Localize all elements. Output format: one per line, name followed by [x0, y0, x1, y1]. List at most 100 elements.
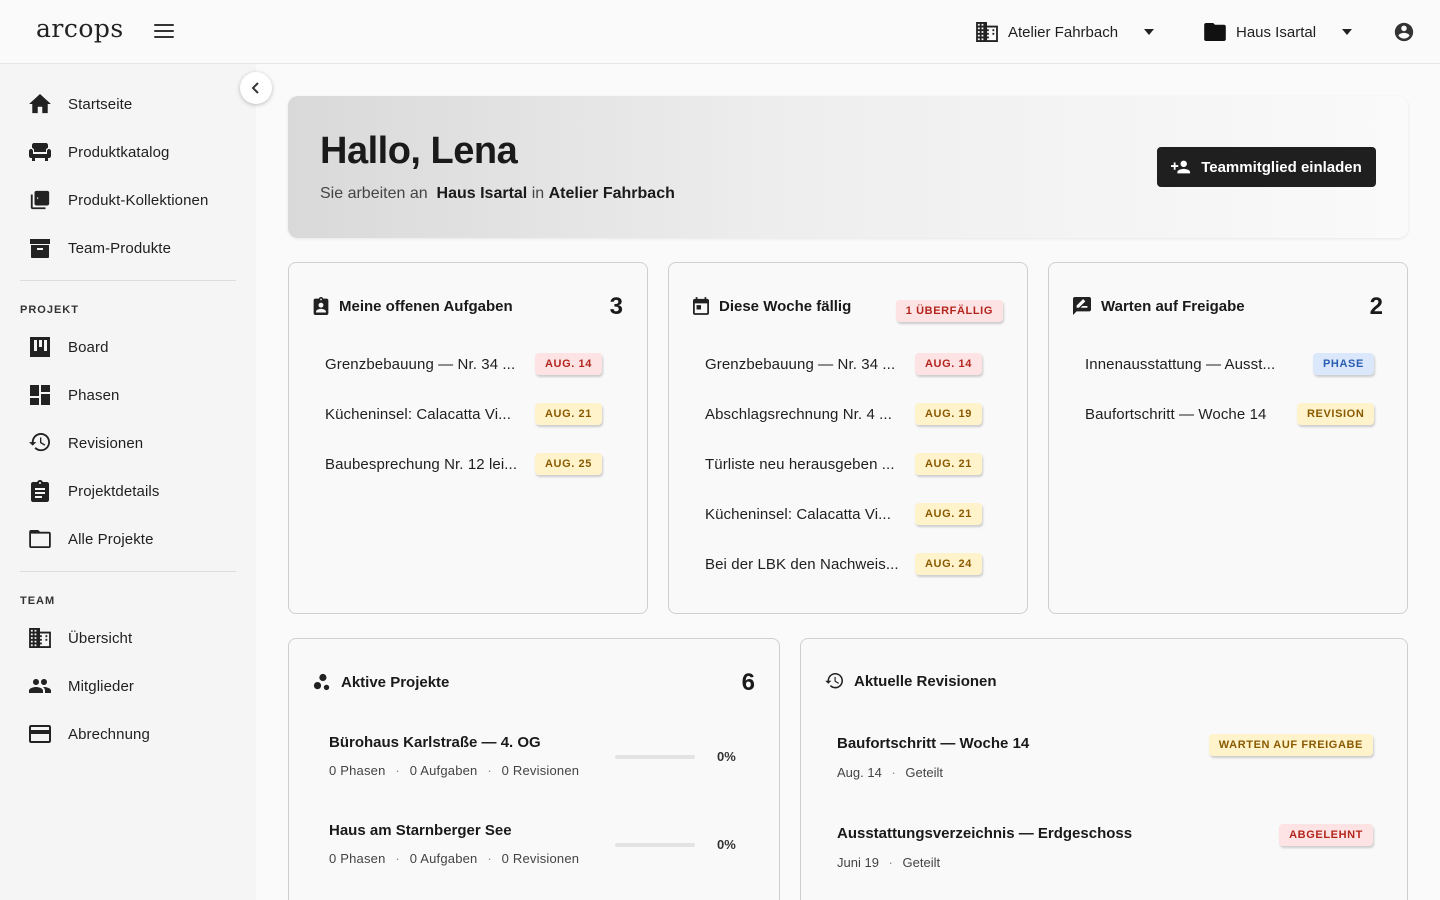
context-mid: in [531, 185, 545, 202]
card-title: Warten auf Freigabe [1101, 297, 1245, 315]
active-projects-card: Aktive Projekte 6 Bürohaus Karlstraße — … [288, 638, 780, 900]
sidebar-divider [20, 571, 236, 572]
sidebar-item-phasen[interactable]: Phasen [20, 375, 240, 415]
task-title: Grenzbebauung — Nr. 34 ... [705, 355, 896, 373]
revision-share-status: Geteilt [905, 765, 943, 780]
card-title: Meine offenen Aufgaben [339, 297, 513, 315]
card-header: Aktive Projekte [313, 673, 449, 691]
account-icon[interactable] [1393, 21, 1415, 43]
task-title: Baubesprechung Nr. 12 lei... [325, 455, 518, 473]
sidebar-item-abrechnung[interactable]: Abrechnung [20, 714, 240, 754]
history-icon [29, 433, 50, 452]
sidebar-item-label: Revisionen [68, 434, 144, 452]
rate-review-icon [1073, 297, 1091, 315]
due-date-chip: AUG. 21 [915, 453, 982, 475]
due-date-chip: AUG. 25 [535, 453, 602, 475]
clipboard-icon [31, 480, 49, 502]
meta-separator: · [395, 763, 400, 778]
project-selector[interactable]: Haus Isartal [1204, 18, 1353, 46]
welcome-banner: Hallo, Lena Sie arbeiten an Haus Isartal… [288, 96, 1408, 238]
sidebar-item-revisionen[interactable]: Revisionen [20, 423, 240, 463]
meta-separator: · [891, 765, 896, 780]
building-icon [29, 628, 51, 648]
open-tasks-card: Meine offenen Aufgaben 3 Grenzbebauung —… [288, 262, 648, 614]
task-title: Abschlagsrechnung Nr. 4 ... [705, 405, 892, 423]
context-line: Sie arbeiten an Haus Isartal in Atelier … [320, 185, 675, 203]
sidebar-item-label: Startseite [68, 95, 133, 113]
meta-separator: · [395, 851, 400, 866]
sidebar-item-board[interactable]: Board [20, 327, 240, 367]
card-title: Aktuelle Revisionen [854, 673, 997, 690]
card-header: Aktuelle Revisionen [825, 673, 997, 690]
approval-title: Baufortschritt — Woche 14 [1085, 405, 1267, 423]
card-header: Meine offenen Aufgaben [313, 297, 513, 315]
card-count: 3 [609, 293, 623, 320]
sidebar-item-label: Mitglieder [68, 677, 135, 695]
due-date-chip: AUG. 19 [915, 403, 982, 425]
section-label-projekt: PROJEKT [20, 304, 79, 316]
meta-separator: · [487, 851, 492, 866]
sidebar-item-label: Produkt-Kollektionen [68, 191, 209, 209]
revision-meta: Juni 19 · Geteilt [837, 855, 940, 870]
meta-separator: · [888, 855, 893, 870]
task-count: 0 Aufgaben [409, 763, 478, 778]
sidebar-item-mitglieder[interactable]: Mitglieder [20, 666, 240, 706]
project-name: Haus am Starnberger See [329, 822, 512, 839]
section-label-team: TEAM [20, 595, 56, 607]
revision-count: 0 Revisionen [501, 763, 580, 778]
sidebar-item-produktkatalog[interactable]: Produktkatalog [20, 132, 240, 172]
main-content: Hallo, Lena Sie arbeiten an Haus Isartal… [256, 64, 1440, 900]
phase-count: 0 Phasen [329, 763, 386, 778]
sidebar: Startseite Produktkatalog Produkt-Kollek… [0, 64, 256, 900]
list-item[interactable]: Bei der LBK den Nachweis... AUG. 24 [705, 552, 982, 576]
card-title: Diese Woche fällig [719, 297, 852, 315]
task-title: Kücheninsel: Calacatta Vi... [325, 405, 511, 423]
list-item[interactable]: Grenzbebauung — Nr. 34 ... AUG. 14 [325, 352, 602, 376]
sidebar-item-label: Phasen [68, 386, 120, 404]
invite-team-member-button[interactable]: Teammitglied einladen [1157, 147, 1376, 187]
type-chip: PHASE [1313, 353, 1374, 375]
menu-icon[interactable] [154, 24, 174, 40]
sidebar-item-label: Board [68, 338, 109, 356]
person-add-icon [1171, 160, 1191, 174]
list-item[interactable]: Baubesprechung Nr. 12 lei... AUG. 25 [325, 452, 602, 476]
collapse-sidebar-button[interactable] [240, 72, 272, 104]
list-item[interactable]: Türliste neu herausgeben ... AUG. 21 [705, 452, 982, 476]
chevron-left-icon [251, 82, 259, 94]
folder-icon [1204, 23, 1226, 41]
home-icon [29, 94, 51, 114]
task-count: 0 Aufgaben [409, 851, 478, 866]
building-icon [976, 22, 998, 42]
task-title: Grenzbebauung — Nr. 34 ... [325, 355, 516, 373]
type-chip: REVISION [1297, 403, 1375, 425]
context-prefix: Sie arbeiten an [320, 185, 428, 202]
dashboard-icon [30, 385, 50, 405]
archive-icon [30, 239, 50, 258]
sidebar-divider [20, 280, 236, 281]
list-item[interactable]: Innenausstattung — Ausst... PHASE [1085, 352, 1374, 376]
sidebar-item-produkt-kollektionen[interactable]: Produkt-Kollektionen [20, 180, 240, 220]
revision-date: Juni 19 [837, 855, 879, 870]
context-project: Haus Isartal [436, 185, 528, 202]
people-icon [29, 679, 51, 693]
sidebar-item-projektdetails[interactable]: Projektdetails [20, 471, 240, 511]
list-item[interactable]: Baufortschritt — Woche 14 REVISION [1085, 402, 1375, 426]
app-logo[interactable]: arcops [36, 14, 124, 43]
board-icon [30, 337, 50, 357]
list-item[interactable]: Abschlagsrechnung Nr. 4 ... AUG. 19 [705, 402, 982, 426]
calendar-icon [693, 297, 709, 315]
revision-count: 0 Revisionen [501, 851, 580, 866]
sidebar-item-label: Abrechnung [68, 725, 150, 743]
organization-name: Atelier Fahrbach [1008, 23, 1119, 41]
sidebar-item-team-produkte[interactable]: Team-Produkte [20, 228, 240, 268]
awaiting-approval-card: Warten auf Freigabe 2 Innenausstattung —… [1048, 262, 1408, 614]
organization-selector[interactable]: Atelier Fahrbach [976, 18, 1155, 46]
list-item[interactable]: Kücheninsel: Calacatta Vi... AUG. 21 [705, 502, 982, 526]
list-item[interactable]: Grenzbebauung — Nr. 34 ... AUG. 14 [705, 352, 982, 376]
sidebar-item-startseite[interactable]: Startseite [20, 84, 240, 124]
overdue-chip: 1 ÜBERFÄLLIG [895, 300, 1003, 322]
sidebar-item-label: Projektdetails [68, 482, 160, 500]
sidebar-item-alle-projekte[interactable]: Alle Projekte [20, 519, 240, 559]
sidebar-item-uebersicht[interactable]: Übersicht [20, 618, 240, 658]
list-item[interactable]: Kücheninsel: Calacatta Vi... AUG. 21 [325, 402, 602, 426]
